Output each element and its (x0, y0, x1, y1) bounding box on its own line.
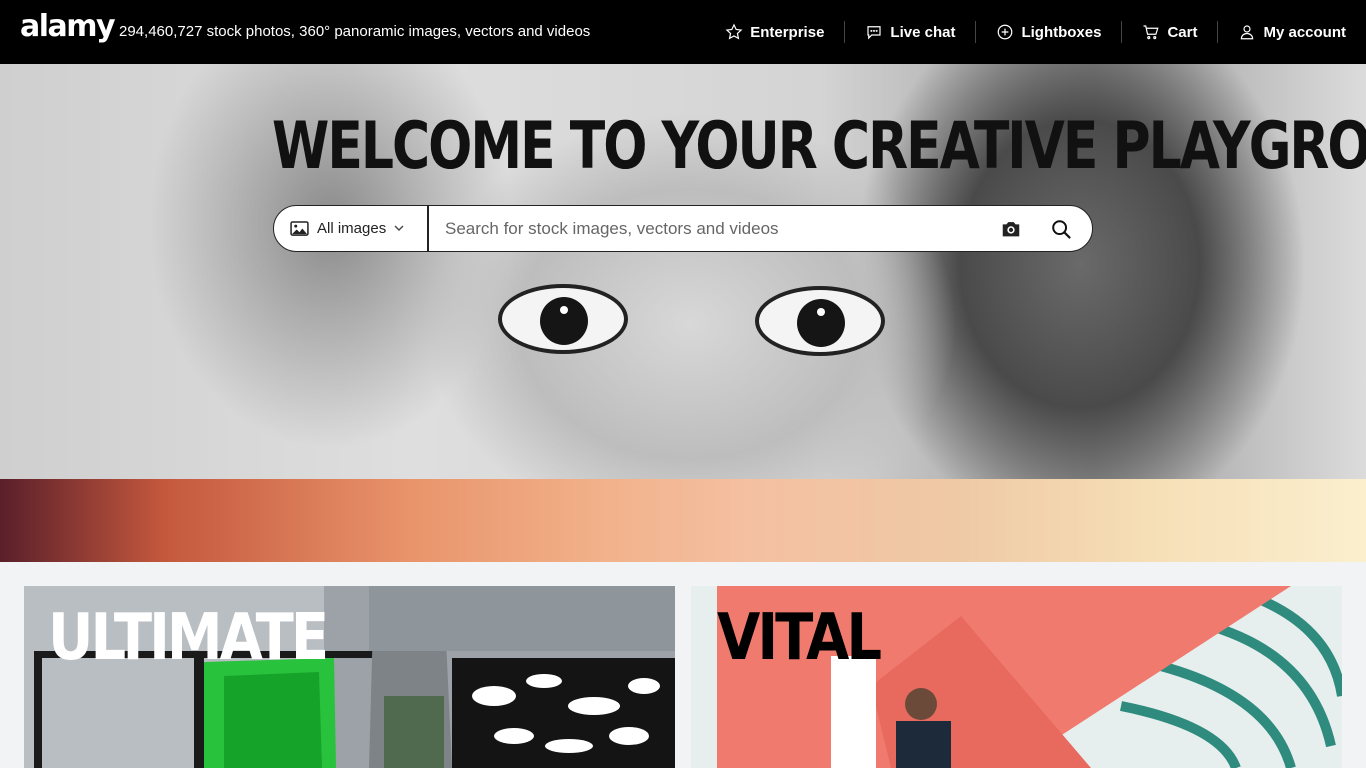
vital-card-title: VITAL (717, 600, 882, 675)
camera-icon (1002, 221, 1020, 236)
left-eye-graphic (498, 284, 628, 354)
hero-color-strip (0, 479, 1366, 562)
cart-link[interactable]: Cart (1121, 21, 1217, 43)
search-bar: All images (273, 205, 1093, 252)
image-icon (290, 221, 309, 236)
collection-card-ultimate[interactable]: ULTIMATE (24, 586, 675, 768)
right-eye-graphic (755, 286, 885, 356)
hero-title: WELCOME TO YOUR CREATIVE PLAYGROUND (272, 109, 1366, 184)
chevron-down-icon (394, 225, 404, 231)
search-icon (1052, 219, 1071, 239)
site-tagline: 294,460,727 stock photos, 360° panoramic… (119, 23, 591, 40)
live-chat-link[interactable]: Live chat (844, 21, 975, 43)
cart-icon (1143, 25, 1160, 40)
my-account-label: My account (1263, 23, 1346, 41)
my-account-link[interactable]: My account (1217, 21, 1346, 43)
image-type-label: All images (317, 220, 387, 237)
enterprise-label: Enterprise (750, 23, 825, 41)
ultimate-card-title: ULTIMATE (48, 600, 329, 675)
hero-banner: WELCOME TO YOUR CREATIVE PLAYGROUND All … (0, 64, 1366, 562)
search-input[interactable] (429, 206, 986, 251)
lightboxes-link[interactable]: Lightboxes (975, 21, 1121, 43)
cart-label: Cart (1167, 23, 1198, 41)
lightboxes-label: Lightboxes (1021, 23, 1102, 41)
enterprise-link[interactable]: Enterprise (705, 21, 844, 43)
chat-icon (867, 26, 882, 40)
live-chat-label: Live chat (890, 23, 956, 41)
alamy-logo[interactable]: alamy (20, 12, 116, 42)
visual-search-button[interactable] (986, 206, 1036, 251)
plus-circle-icon (998, 24, 1013, 40)
header-nav: Enterprise Live chat Lightboxes Cart My … (705, 0, 1346, 64)
user-icon (1241, 25, 1254, 40)
top-navigation-bar: alamy 294,460,727 stock photos, 360° pan… (0, 0, 1366, 64)
search-button[interactable] (1036, 206, 1086, 251)
image-type-dropdown[interactable]: All images (274, 206, 429, 251)
star-icon (725, 23, 743, 40)
collection-card-vital[interactable]: VITAL (691, 586, 1342, 768)
